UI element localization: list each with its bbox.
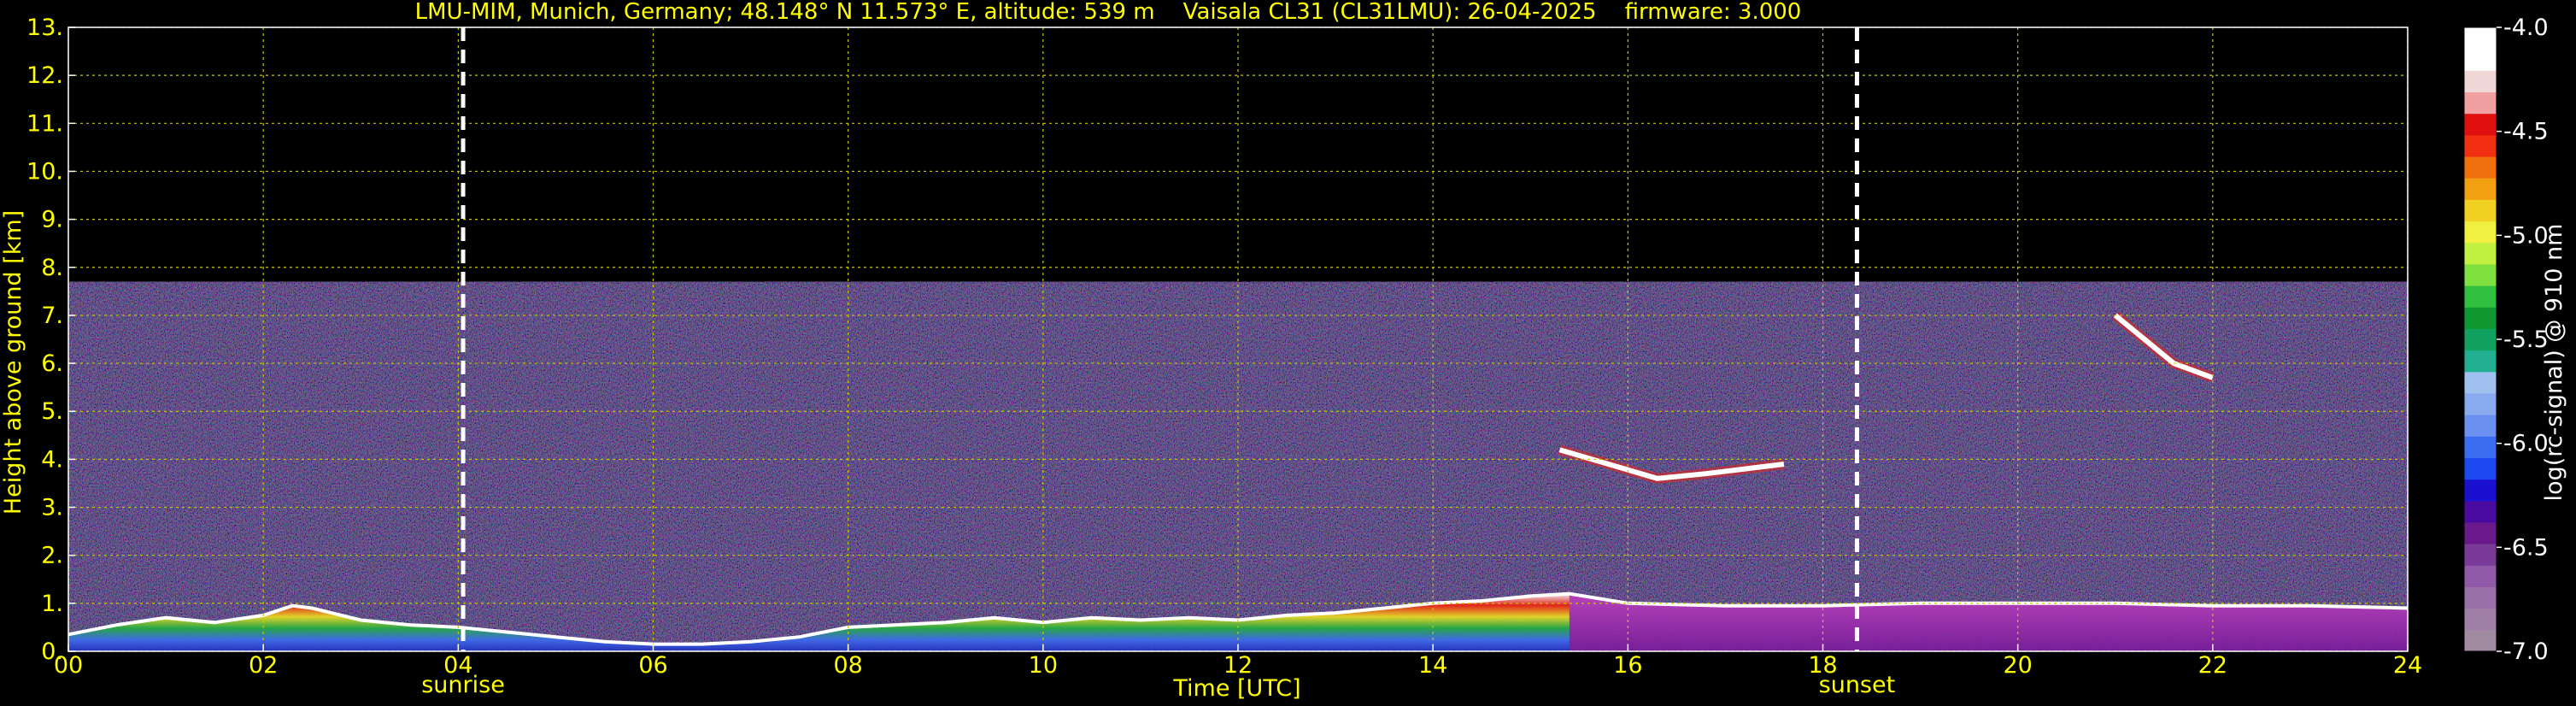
colorbar-swatch — [2464, 307, 2497, 329]
y-tick-label: 9. — [41, 207, 63, 233]
colorbar-swatch — [2464, 608, 2497, 631]
y-tick-label: 13. — [26, 15, 63, 41]
colorbar-tick-label: -6.5 — [2503, 534, 2549, 561]
y-tick-label: 10. — [26, 158, 63, 185]
x-tick-label: 14 — [1418, 652, 1447, 679]
y-tick-label: 11. — [26, 110, 63, 137]
colorbar-swatch — [2464, 113, 2497, 136]
colorbar-swatch — [2464, 544, 2497, 566]
colorbar-swatch — [2464, 521, 2497, 544]
colorbar-swatch — [2464, 371, 2497, 394]
x-tick-label: 04 — [443, 652, 472, 679]
colorbar-swatch — [2464, 221, 2497, 244]
colorbar-swatch — [2464, 586, 2497, 609]
y-tick-label: 3. — [41, 495, 63, 521]
colorbar-swatch — [2464, 629, 2497, 652]
colorbar-swatch — [2464, 415, 2497, 437]
colorbar-swatch — [2464, 500, 2497, 523]
x-tick-label: 20 — [2003, 652, 2032, 679]
colorbar: -4.0-4.5-5.0-5.5-6.0-6.5-7.0 — [2463, 15, 2549, 665]
x-tick-label: 18 — [1808, 652, 1837, 679]
colorbar-swatch — [2464, 242, 2497, 265]
colorbar-swatch — [2464, 285, 2497, 308]
y-tick-label: 12. — [26, 62, 63, 89]
x-tick-label: 10 — [1029, 652, 1058, 679]
colorbar-swatch — [2464, 49, 2497, 71]
y-axis-label: Height above ground [km] — [0, 210, 26, 515]
y-tick-label: 0. — [41, 638, 63, 665]
x-tick-label: 08 — [833, 652, 862, 679]
colorbar-swatch — [2464, 199, 2497, 222]
y-tick-label: 8. — [41, 255, 63, 281]
colorbar-tick-label: -7.0 — [2503, 638, 2549, 665]
colorbar-swatch — [2464, 27, 2497, 50]
colorbar-swatch — [2464, 263, 2497, 286]
y-tick-label: 6. — [41, 350, 63, 377]
colorbar-swatch — [2464, 328, 2497, 351]
x-tick-label: 22 — [2198, 652, 2227, 679]
colorbar-swatch — [2464, 457, 2497, 480]
colorbar-swatch — [2464, 565, 2497, 587]
colorbar-label: log(rc-signal) @ 910 nm — [2541, 224, 2567, 502]
x-tick-label: 06 — [638, 652, 667, 679]
colorbar-swatch — [2464, 178, 2497, 200]
y-tick-label: 1. — [41, 591, 63, 617]
y-tick-label: 5. — [41, 398, 63, 425]
x-tick-label: 02 — [249, 652, 278, 679]
colorbar-swatch — [2464, 156, 2497, 179]
colorbar-swatch — [2464, 436, 2497, 458]
colorbar-swatch — [2464, 350, 2497, 373]
x-axis-label: Time [UTC] — [1172, 675, 1300, 702]
ceilometer-chart: sunrise sunset 00 02 04 06 08 10 12 14 16 18 20 22 24… — [0, 0, 2567, 702]
colorbar-tick-label: -4.0 — [2503, 15, 2549, 41]
colorbar-swatch — [2464, 392, 2497, 415]
colorbar-swatch — [2464, 479, 2497, 502]
colorbar-swatch — [2464, 70, 2497, 93]
y-tick-label: 2. — [41, 543, 63, 569]
colorbar-swatch — [2464, 134, 2497, 157]
y-tick-label: 4. — [41, 446, 63, 473]
chart-title: LMU-MIM, Munich, Germany; 48.148° N 11.5… — [415, 0, 1802, 25]
y-tick-label: 7. — [41, 303, 63, 329]
colorbar-swatch — [2464, 91, 2497, 115]
x-tick-label: 16 — [1613, 652, 1642, 679]
x-tick-label: 24 — [2393, 652, 2422, 679]
colorbar-tick-label: -4.5 — [2503, 119, 2549, 145]
